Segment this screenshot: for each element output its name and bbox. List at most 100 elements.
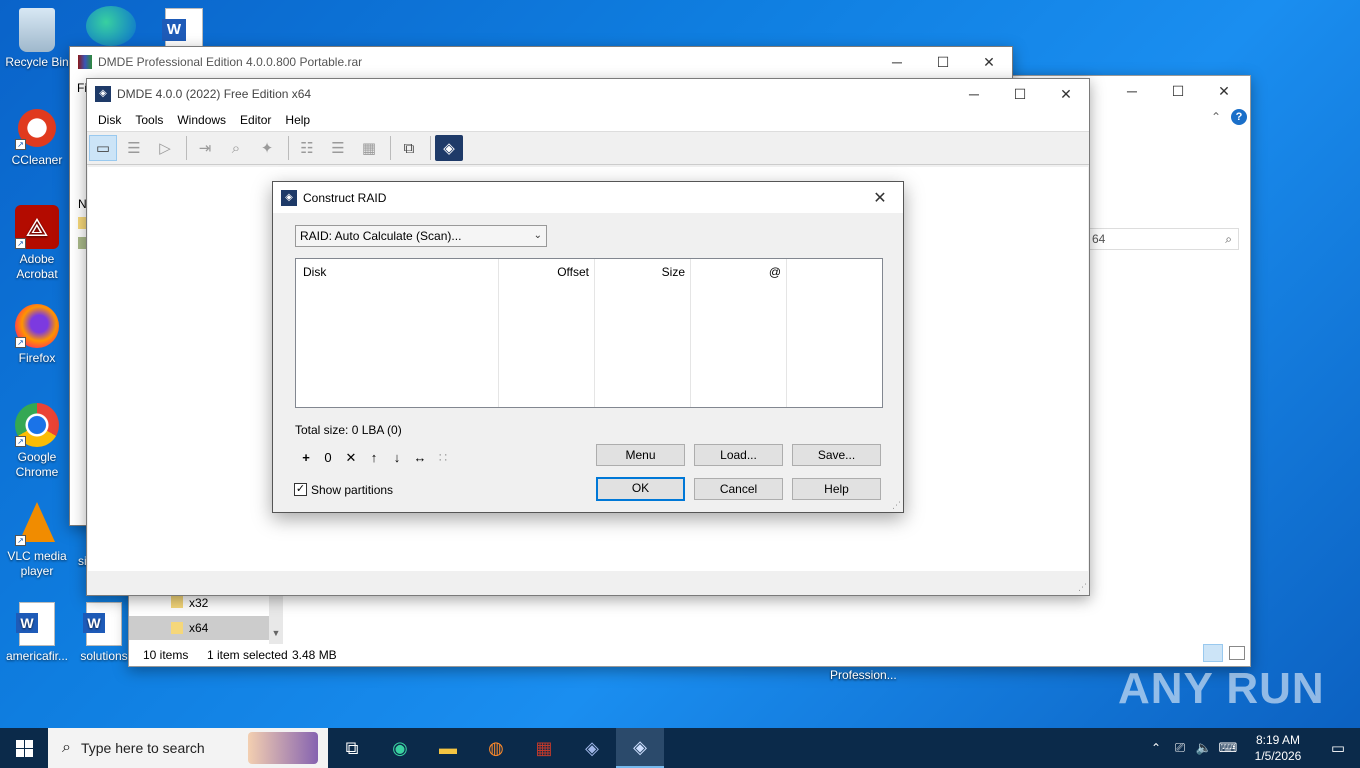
chevron-up-icon[interactable]: ⌃ bbox=[1211, 110, 1221, 124]
menu-button[interactable]: Menu bbox=[596, 444, 685, 466]
close-icon[interactable]: ✕ bbox=[1201, 76, 1247, 106]
menu-help[interactable]: Help bbox=[278, 113, 317, 127]
add-disk-icon[interactable]: + bbox=[298, 450, 314, 465]
list-view-icon[interactable]: ☰ bbox=[324, 135, 352, 161]
drive-icon[interactable]: ▭ bbox=[89, 135, 117, 161]
desktop-icon-label: americafir... bbox=[5, 649, 68, 663]
list-item-x64[interactable]: x64 bbox=[129, 616, 269, 640]
show-partitions-checkbox[interactable]: ✓ bbox=[294, 483, 307, 496]
notification-icon[interactable]: ▭ bbox=[1316, 728, 1360, 768]
acrobat-icon: ⟁ ↗ bbox=[15, 205, 59, 249]
edge-desktop-icon[interactable] bbox=[86, 6, 136, 46]
partitions-icon[interactable]: ☰ bbox=[120, 135, 148, 161]
raid-type-select[interactable]: RAID: Auto Calculate (Scan)... ⌄ bbox=[295, 225, 547, 247]
dmde-toolbar: ▭ ☰ ▷ ⇥ ⌕ ✦ ☷ ☰ ▦ ⧉ ◈ bbox=[87, 131, 1089, 165]
move-down-icon[interactable]: ↓ bbox=[389, 450, 405, 465]
column-header-at[interactable]: @ bbox=[691, 259, 787, 407]
remove-disk-icon[interactable]: ✕ bbox=[343, 450, 359, 466]
chevron-down-icon: ⌄ bbox=[533, 230, 542, 241]
play-icon[interactable]: ▷ bbox=[151, 135, 179, 161]
close-icon[interactable]: ✕ bbox=[1043, 79, 1089, 109]
winrar-taskbar-icon[interactable]: ▦ bbox=[520, 728, 568, 768]
desktop-icon-recycle-bin[interactable]: Recycle Bin bbox=[1, 8, 73, 70]
cancel-button[interactable]: Cancel bbox=[694, 478, 783, 500]
column-header-disk[interactable]: Disk bbox=[296, 259, 499, 407]
ccleaner-icon: ↗ bbox=[15, 106, 59, 150]
search-highlight-image bbox=[248, 732, 318, 764]
new-icon[interactable]: ✦ bbox=[253, 135, 281, 161]
word-desktop-icon[interactable]: W bbox=[162, 8, 203, 48]
swap-icon[interactable]: ↔ bbox=[412, 450, 428, 465]
desktop-icon-adobe-acrobat[interactable]: ⟁ ↗ Adobe Acrobat bbox=[1, 205, 73, 282]
maximize-icon[interactable]: ☐ bbox=[1155, 76, 1201, 106]
goto-icon[interactable]: ⇥ bbox=[191, 135, 219, 161]
desktop-icon-google-chrome[interactable]: ↗ Google Chrome bbox=[1, 403, 73, 480]
show-partitions-label[interactable]: Show partitions bbox=[311, 483, 393, 497]
close-icon[interactable]: ✕ bbox=[857, 183, 903, 213]
word-doc-icon: W bbox=[16, 602, 55, 646]
help-button[interactable]: Help bbox=[792, 478, 881, 500]
menu-tools[interactable]: Tools bbox=[128, 113, 170, 127]
desktop-icon-label: CCleaner bbox=[11, 153, 63, 167]
volume-icon[interactable]: 🔈 bbox=[1192, 728, 1216, 768]
minimize-icon[interactable]: ─ bbox=[951, 79, 997, 109]
zero-disk-icon[interactable]: 0 bbox=[320, 450, 336, 465]
help-icon[interactable]: ? bbox=[1231, 109, 1247, 125]
minimize-icon[interactable]: ─ bbox=[1109, 76, 1155, 106]
task-view-icon[interactable]: ⧉ bbox=[328, 728, 376, 768]
dmde-active-taskbar-icon[interactable]: ◈ bbox=[616, 728, 664, 768]
dmde-title: DMDE 4.0.0 (2022) Free Edition x64 bbox=[117, 87, 312, 101]
dmde-app-icon: ◈ bbox=[281, 189, 297, 206]
details-view-icon[interactable] bbox=[1203, 644, 1223, 662]
close-icon[interactable]: ✕ bbox=[966, 47, 1012, 77]
file-explorer-taskbar-icon[interactable]: ▬ bbox=[424, 728, 472, 768]
desktop-icon-label: VLC media player bbox=[7, 549, 67, 578]
raid-disk-table[interactable]: Disk Offset Size @ bbox=[295, 258, 883, 408]
tree-view-icon[interactable]: ☷ bbox=[293, 135, 321, 161]
windows-icon[interactable]: ⧉ bbox=[395, 135, 423, 161]
chevron-up-icon[interactable]: ⌃ bbox=[1144, 728, 1168, 768]
find-icon[interactable]: ⌕ bbox=[222, 135, 250, 161]
taskbar-search-box[interactable]: ⌕ Type here to search bbox=[48, 728, 328, 768]
ok-button[interactable]: OK bbox=[596, 477, 685, 501]
resize-grip-icon[interactable]: ⋰ bbox=[892, 500, 901, 511]
dmde-logo-icon[interactable]: ◈ bbox=[435, 135, 463, 161]
resize-grip-icon[interactable]: ⋰ bbox=[1078, 582, 1087, 593]
desktop-icon-vlc[interactable]: ↗ VLC media player bbox=[1, 502, 73, 579]
dmde-menubar: Disk Tools Windows Editor Help bbox=[87, 109, 1089, 131]
maximize-icon[interactable]: ☐ bbox=[997, 79, 1043, 109]
folder-icon bbox=[171, 622, 183, 634]
column-header-size[interactable]: Size bbox=[595, 259, 691, 407]
dmde-taskbar-icon[interactable]: ◈ bbox=[568, 728, 616, 768]
vlc-cone-icon: ↗ bbox=[15, 502, 59, 546]
edge-taskbar-icon[interactable]: ◉ bbox=[376, 728, 424, 768]
desktop-icon-label: Firefox bbox=[18, 351, 56, 365]
winrar-icon bbox=[78, 55, 92, 69]
minimize-icon[interactable]: ─ bbox=[874, 47, 920, 77]
desktop-icon-americafir[interactable]: W americafir... bbox=[1, 602, 73, 664]
menu-editor[interactable]: Editor bbox=[233, 113, 278, 127]
move-up-icon[interactable]: ↑ bbox=[366, 450, 382, 465]
construct-raid-dialog[interactable]: ◈ Construct RAID ✕ RAID: Auto Calculate … bbox=[272, 181, 904, 513]
keyboard-icon[interactable]: ⌨ bbox=[1216, 728, 1240, 768]
scrollbar[interactable]: ▼ bbox=[269, 596, 283, 644]
desktop-icon-ccleaner[interactable]: ↗ CCleaner bbox=[1, 106, 73, 168]
firefox-taskbar-icon[interactable]: ◍ bbox=[472, 728, 520, 768]
search-icon: ⌕ bbox=[1225, 232, 1232, 246]
desktop-icon-label: Google Chrome bbox=[15, 450, 59, 479]
word-doc-icon: W bbox=[83, 602, 122, 646]
search-icon: ⌕ bbox=[62, 739, 71, 756]
network-icon[interactable]: ⎚ bbox=[1168, 728, 1192, 768]
windows-start-icon[interactable] bbox=[0, 728, 48, 768]
save-button[interactable]: Save... bbox=[792, 444, 881, 466]
desktop-icon-firefox[interactable]: ↗ Firefox bbox=[1, 304, 73, 366]
large-icons-view-icon[interactable] bbox=[1229, 646, 1245, 660]
column-header-offset[interactable]: Offset bbox=[499, 259, 595, 407]
grid-view-icon[interactable]: ▦ bbox=[355, 135, 383, 161]
clock[interactable]: 8:19 AM 1/5/2026 bbox=[1240, 732, 1316, 764]
menu-windows[interactable]: Windows bbox=[170, 113, 233, 127]
menu-disk[interactable]: Disk bbox=[91, 113, 128, 127]
maximize-icon[interactable]: ☐ bbox=[920, 47, 966, 77]
explorer-search-input[interactable]: 64 ⌕ bbox=[1089, 228, 1239, 250]
load-button[interactable]: Load... bbox=[694, 444, 783, 466]
